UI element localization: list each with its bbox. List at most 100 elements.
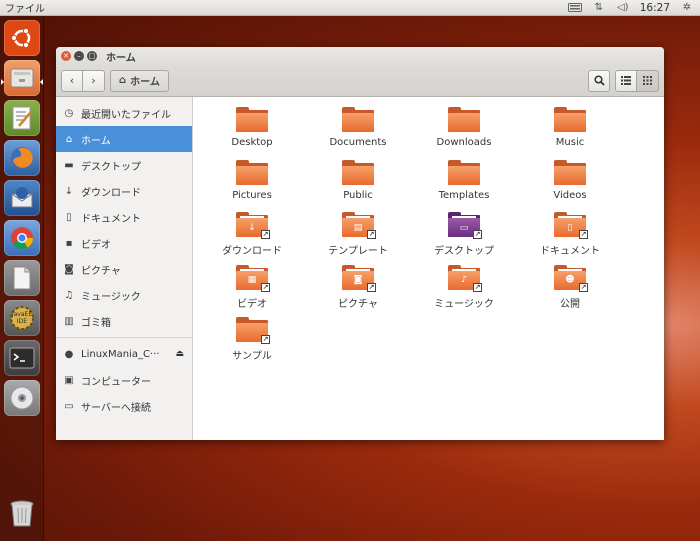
sidebar-item-documents[interactable]: ▯ ドキュメント: [56, 204, 192, 230]
network-icon[interactable]: ⇅: [592, 2, 606, 14]
toolbar: ‹ › ⌂ ホーム: [56, 65, 664, 97]
settings-icon[interactable]: ✲: [680, 2, 694, 14]
indicator-area: ⇅ ◁) 16:27 ✲: [567, 2, 700, 14]
sidebar-item-label: コンピューター: [81, 376, 151, 388]
file-name: ビデオ: [237, 298, 267, 310]
maximize-icon[interactable]: □: [87, 51, 97, 61]
search-icon: [593, 75, 605, 86]
file-item[interactable]: Documents: [306, 102, 410, 154]
file-item[interactable]: Public: [306, 155, 410, 207]
file-item[interactable]: ♪ ↗ ミュージック: [412, 260, 516, 312]
person-icon: ☻: [565, 275, 575, 285]
document-icon: ▯: [567, 222, 573, 233]
file-item[interactable]: ▭ ↗ デスクトップ: [412, 207, 516, 259]
volume-icon[interactable]: ◁): [616, 2, 630, 14]
file-name: ダウンロード: [222, 246, 282, 257]
ubuntu-logo-icon[interactable]: [4, 20, 40, 56]
folder-icon: ◙ ↗: [342, 264, 376, 292]
sidebar-item-label: ピクチャ: [81, 265, 121, 277]
film-icon: ▦: [247, 275, 257, 285]
path-bar-home-button[interactable]: ⌂ ホーム: [110, 69, 169, 92]
clock[interactable]: 16:27: [640, 2, 670, 14]
list-view-icon: [621, 76, 631, 85]
window-titlebar[interactable]: ✕ – □ ホーム: [56, 47, 664, 65]
symlink-arrow-icon: ↗: [473, 282, 482, 292]
sidebar-item-home[interactable]: ⌂ ホーム: [56, 126, 192, 152]
path-bar-home-label: ホーム: [130, 77, 160, 88]
sidebar-item-label: ホーム: [81, 135, 111, 147]
file-item[interactable]: ↓ ↗ ダウンロード: [200, 207, 304, 259]
files-icon[interactable]: [4, 60, 40, 96]
sidebar-item-videos[interactable]: ▪ ビデオ: [56, 230, 192, 256]
sidebar-item-trash[interactable]: ▥ ゴミ箱: [56, 308, 192, 334]
sidebar-item-label: ミュージック: [81, 291, 141, 303]
app-menu-title[interactable]: ファイル: [0, 0, 45, 15]
sidebar-item-downloads[interactable]: ↓ ダウンロード: [56, 178, 192, 204]
sidebar-item-desktop[interactable]: ▬ デスクトップ: [56, 152, 192, 178]
trash-icon[interactable]: [4, 495, 40, 531]
file-name: テンプレート: [328, 246, 388, 257]
grid-view-icon: [643, 76, 652, 85]
file-item[interactable]: Desktop: [200, 102, 304, 154]
symlink-arrow-icon: ↗: [367, 230, 376, 239]
keyboard-icon[interactable]: [567, 2, 582, 14]
sidebar-item-connect-server[interactable]: ▭ サーバーへ接続: [56, 393, 192, 419]
dvd-icon[interactable]: [4, 380, 40, 416]
folder-icon: ↓ ↗: [236, 212, 270, 239]
sidebar-item-label: ドキュメント: [81, 213, 141, 225]
thunderbird-icon[interactable]: [4, 180, 40, 216]
computer-icon: ▣: [64, 374, 74, 386]
back-button[interactable]: ‹: [61, 69, 83, 92]
video-icon: ▪: [65, 237, 73, 249]
file-item[interactable]: ▦ ↗ ビデオ: [200, 260, 304, 312]
terminal-icon[interactable]: [4, 340, 40, 376]
file-item[interactable]: ↗ サンプル: [200, 312, 304, 364]
sidebar-item-recent[interactable]: ◷ 最近開いたファイル: [56, 100, 192, 126]
file-item[interactable]: Templates: [412, 155, 516, 207]
home-icon: ⌂: [65, 133, 73, 145]
symlink-arrow-icon: ↗: [261, 282, 270, 292]
chrome-icon[interactable]: [4, 220, 40, 256]
firefox-icon[interactable]: [4, 140, 40, 176]
file-item[interactable]: Pictures: [200, 155, 304, 207]
file-name: ドキュメント: [540, 246, 600, 257]
file-item[interactable]: Videos: [518, 155, 622, 207]
sidebar-item-pictures[interactable]: ◙ ピクチャ: [56, 256, 192, 282]
close-icon[interactable]: ✕: [61, 51, 71, 61]
file-name: Music: [555, 137, 585, 148]
java-ee-ide-icon[interactable]: JavaEE IDE: [4, 300, 40, 336]
symlink-arrow-icon: ↗: [579, 230, 588, 239]
file-name: Downloads: [436, 137, 492, 148]
file-name: ミュージック: [434, 298, 494, 310]
list-view-button[interactable]: [615, 69, 637, 92]
folder-icon: ♪ ↗: [448, 264, 482, 292]
forward-button[interactable]: ›: [83, 69, 105, 92]
folder-icon: ▤ ↗: [342, 212, 376, 239]
chevron-right-icon: ›: [91, 74, 96, 87]
sidebar-item-music[interactable]: ♫ ミュージック: [56, 282, 192, 308]
text-editor-icon[interactable]: [4, 100, 40, 136]
symlink-arrow-icon: ↗: [367, 282, 376, 292]
file-name: デスクトップ: [434, 246, 494, 257]
launcher: JavaEE IDE: [0, 16, 44, 541]
clock-icon: ◷: [64, 107, 74, 119]
search-button[interactable]: [588, 69, 610, 92]
sidebar-item-computer[interactable]: ▣ コンピューター: [56, 367, 192, 393]
file-item[interactable]: ▤ ↗ テンプレート: [306, 207, 410, 259]
sidebar-item-drive[interactable]: ● LinuxMania_C··· ⏏: [56, 341, 192, 367]
file-manager-window: ✕ – □ ホーム ‹ › ⌂ ホーム ◷ 最近開いたファイル ⌂ ホーム ▬ …: [56, 47, 664, 440]
minimize-icon[interactable]: –: [74, 51, 84, 61]
server-icon: ▭: [64, 400, 74, 412]
grid-view-button[interactable]: [637, 69, 659, 92]
eject-icon[interactable]: ⏏: [175, 349, 184, 359]
chevron-left-icon: ‹: [69, 74, 75, 87]
folder-icon: ▦ ↗: [236, 264, 270, 292]
libreoffice-icon[interactable]: [4, 260, 40, 296]
file-item[interactable]: Downloads: [412, 102, 516, 154]
file-name: ピクチャ: [338, 298, 378, 310]
file-item[interactable]: Music: [518, 102, 622, 154]
file-item[interactable]: ▯ ↗ ドキュメント: [518, 207, 622, 259]
desktop-folder-icon: ▬: [64, 159, 74, 171]
file-item[interactable]: ◙ ↗ ピクチャ: [306, 260, 410, 312]
file-item[interactable]: ☻ ↗ 公開: [518, 260, 622, 312]
